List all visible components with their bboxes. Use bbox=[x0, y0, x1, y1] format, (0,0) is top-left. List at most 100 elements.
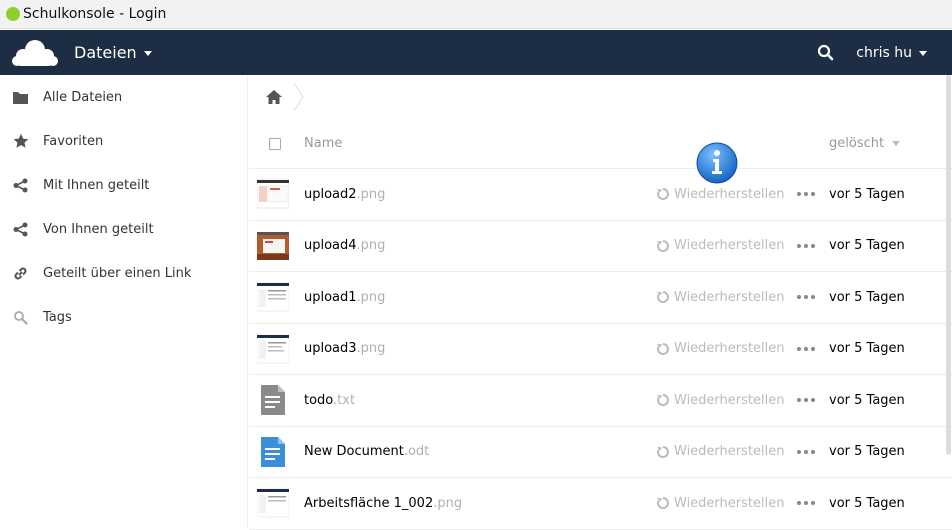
sidebar: Alle Dateien Favoriten Mit Ihnen geteilt… bbox=[0, 75, 248, 528]
restore-button[interactable]: Wiederherstellen bbox=[657, 444, 784, 459]
file-basename: upload4 bbox=[304, 238, 357, 254]
file-name[interactable]: New Document.odt bbox=[304, 444, 429, 459]
restore-icon bbox=[657, 497, 669, 510]
link-icon bbox=[12, 265, 29, 282]
file-name[interactable]: upload2.png bbox=[304, 187, 385, 202]
folder-icon bbox=[12, 89, 29, 106]
more-actions-icon[interactable] bbox=[797, 344, 815, 354]
more-actions-icon[interactable] bbox=[797, 498, 815, 508]
owncloud-logo-icon[interactable] bbox=[10, 35, 60, 71]
text-file-icon bbox=[261, 385, 285, 416]
restore-label: Wiederherstellen bbox=[674, 238, 785, 254]
restore-button[interactable]: Wiederherstellen bbox=[657, 290, 784, 305]
restore-button[interactable]: Wiederherstellen bbox=[657, 187, 784, 202]
app-menu-dropdown[interactable]: Dateien bbox=[74, 43, 152, 62]
window-title: Schulkonsole - Login bbox=[23, 6, 167, 22]
deleted-date: vor 5 Tagen bbox=[829, 341, 905, 357]
restore-icon bbox=[657, 188, 669, 201]
restore-icon bbox=[657, 445, 669, 458]
scrollbar-thumb[interactable] bbox=[946, 75, 951, 455]
sidebar-item-shared-with-you[interactable]: Mit Ihnen geteilt bbox=[0, 163, 247, 207]
deleted-date: vor 5 Tagen bbox=[829, 186, 905, 202]
column-header-name[interactable]: Name bbox=[304, 136, 342, 151]
restore-label: Wiederherstellen bbox=[674, 186, 785, 202]
file-list-header: Name gelöscht bbox=[249, 119, 952, 169]
deleted-date: vor 5 Tagen bbox=[829, 495, 905, 511]
file-row[interactable]: Arbeitsfläche 1_002.png Wiederherstellen… bbox=[249, 478, 952, 530]
breadcrumb-separator-icon bbox=[293, 82, 304, 112]
file-basename: upload3 bbox=[304, 341, 357, 357]
restore-button[interactable]: Wiederherstellen bbox=[657, 496, 784, 511]
file-basename: upload1 bbox=[304, 289, 357, 305]
restore-button[interactable]: Wiederherstellen bbox=[657, 341, 784, 356]
restore-icon bbox=[657, 342, 669, 355]
image-thumbnail bbox=[257, 334, 289, 363]
file-name[interactable]: upload1.png bbox=[304, 290, 385, 305]
user-name: chris hu bbox=[856, 44, 912, 61]
more-actions-icon[interactable] bbox=[797, 292, 815, 302]
more-actions-icon[interactable] bbox=[797, 241, 815, 251]
file-name[interactable]: todo.txt bbox=[304, 393, 355, 408]
file-row[interactable]: upload4.png Wiederherstellen vor 5 Tagen bbox=[249, 221, 952, 272]
sidebar-item-favorites[interactable]: Favoriten bbox=[0, 119, 247, 163]
user-menu[interactable]: chris hu bbox=[856, 45, 927, 61]
restore-icon bbox=[657, 291, 669, 304]
restore-button[interactable]: Wiederherstellen bbox=[657, 238, 784, 253]
search-icon[interactable] bbox=[816, 43, 836, 63]
more-actions-icon[interactable] bbox=[797, 395, 815, 405]
restore-button[interactable]: Wiederherstellen bbox=[657, 393, 784, 408]
file-basename: todo bbox=[304, 392, 334, 408]
info-icon[interactable] bbox=[695, 141, 739, 185]
file-name[interactable]: upload4.png bbox=[304, 238, 385, 253]
image-thumbnail bbox=[257, 489, 289, 518]
app-status-icon bbox=[6, 7, 20, 21]
file-row[interactable]: upload1.png Wiederherstellen vor 5 Tagen bbox=[249, 272, 952, 324]
deleted-date: vor 5 Tagen bbox=[829, 238, 905, 254]
home-icon[interactable] bbox=[265, 89, 283, 105]
file-extension: .png bbox=[356, 289, 386, 305]
restore-icon bbox=[657, 394, 669, 407]
sidebar-item-shared-by-you[interactable]: Von Ihnen geteilt bbox=[0, 207, 247, 251]
file-row[interactable]: upload2.png Wiederherstellen vor 5 Tagen bbox=[249, 169, 952, 221]
more-actions-icon[interactable] bbox=[797, 447, 815, 457]
restore-label: Wiederherstellen bbox=[674, 341, 785, 357]
file-name[interactable]: upload3.png bbox=[304, 341, 385, 356]
file-extension: .odt bbox=[403, 444, 430, 460]
column-header-deleted-label: gelöscht bbox=[829, 136, 885, 151]
file-basename: Arbeitsfläche 1_002 bbox=[304, 495, 434, 511]
sidebar-item-all-files[interactable]: Alle Dateien bbox=[0, 75, 247, 119]
column-header-deleted[interactable]: gelöscht bbox=[829, 136, 901, 151]
app-menu-label: Dateien bbox=[74, 43, 137, 62]
file-row[interactable]: upload3.png Wiederherstellen vor 5 Tagen bbox=[249, 324, 952, 375]
file-extension: .png bbox=[433, 495, 463, 511]
share-icon bbox=[12, 177, 29, 194]
deleted-date: vor 5 Tagen bbox=[829, 289, 905, 305]
file-basename: New Document bbox=[304, 444, 404, 460]
restore-label: Wiederherstellen bbox=[674, 392, 785, 408]
select-all-checkbox[interactable] bbox=[269, 137, 281, 150]
sidebar-item-label: Alle Dateien bbox=[43, 89, 123, 105]
scrollbar[interactable] bbox=[945, 75, 952, 528]
sidebar-item-label: Geteilt über einen Link bbox=[43, 265, 192, 281]
chevron-down-icon bbox=[919, 51, 927, 56]
deleted-date: vor 5 Tagen bbox=[829, 392, 905, 408]
breadcrumb bbox=[249, 75, 952, 119]
sidebar-item-shared-by-link[interactable]: Geteilt über einen Link bbox=[0, 251, 247, 295]
restore-icon bbox=[657, 239, 669, 252]
restore-label: Wiederherstellen bbox=[674, 444, 785, 460]
image-thumbnail bbox=[257, 283, 289, 312]
file-extension: .png bbox=[356, 186, 386, 202]
top-header: Dateien chris hu bbox=[0, 30, 952, 75]
restore-label: Wiederherstellen bbox=[674, 289, 785, 305]
file-extension: .txt bbox=[333, 392, 356, 408]
more-actions-icon[interactable] bbox=[797, 189, 815, 199]
window-titlebar: Schulkonsole - Login bbox=[0, 0, 952, 29]
file-row[interactable]: New Document.odt Wiederherstellen vor 5 … bbox=[249, 427, 952, 478]
document-file-icon bbox=[261, 436, 285, 467]
restore-label: Wiederherstellen bbox=[674, 495, 785, 511]
file-name[interactable]: Arbeitsfläche 1_002.png bbox=[304, 496, 462, 511]
file-row[interactable]: todo.txt Wiederherstellen vor 5 Tagen bbox=[249, 375, 952, 427]
sidebar-item-tags[interactable]: Tags bbox=[0, 295, 247, 339]
star-icon bbox=[12, 133, 29, 150]
file-list-area: Name gelöscht upload2.png Wiederherstell… bbox=[249, 75, 952, 530]
